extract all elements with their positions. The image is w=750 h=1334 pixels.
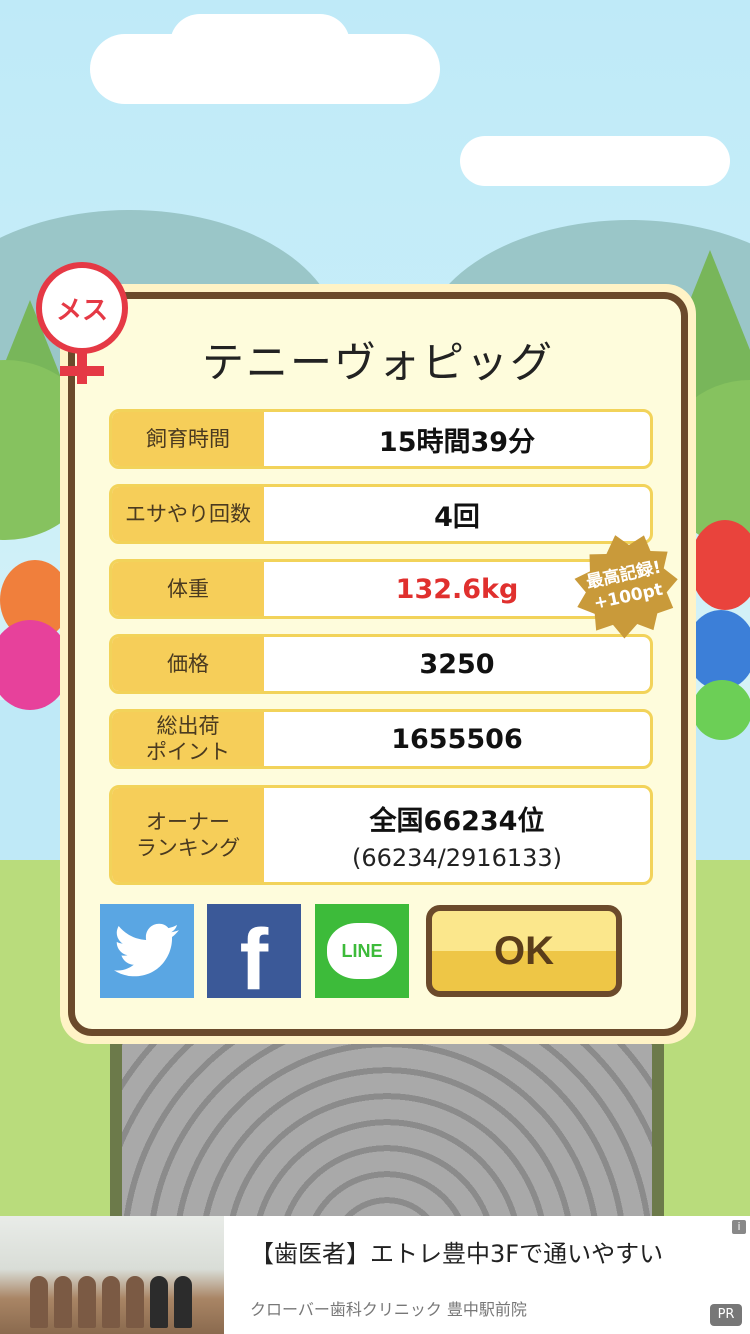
stat-label-text: 体重: [167, 577, 209, 601]
stat-value: 15時間39分: [264, 412, 650, 466]
line-icon: LINE: [327, 923, 397, 979]
ad-image-person: [54, 1276, 72, 1328]
ad-image[interactable]: [0, 1216, 224, 1334]
stat-label-text: エサやり回数: [125, 502, 251, 526]
stat-label: 価格: [112, 637, 264, 691]
stat-value: 4回: [264, 487, 650, 541]
stat-value-text: 132.6kg: [395, 573, 519, 605]
cloud: [170, 14, 350, 74]
female-symbol-bar: [60, 366, 104, 376]
facebook-share-button[interactable]: f: [207, 904, 301, 1008]
stat-value: 3250: [264, 637, 650, 691]
twitter-share-button[interactable]: [100, 904, 194, 998]
ad-image-person: [150, 1276, 168, 1328]
cloud: [460, 136, 730, 186]
stat-row-weight: 体重 132.6kg: [109, 559, 653, 619]
stat-row-total-points: 総出荷 ポイント 1655506: [109, 709, 653, 769]
badge-label: メス: [55, 295, 108, 326]
stat-row-feed-count: エサやり回数 4回: [109, 484, 653, 544]
ranking-detail: (66234/2916133): [351, 843, 563, 872]
ad-subtitle[interactable]: クローバー歯科クリニック 豊中駅前院: [250, 1296, 527, 1320]
stat-label: オーナー ランキング: [112, 788, 264, 882]
stat-label-text: 飼育時間: [146, 427, 230, 451]
ok-button-label: OK: [494, 928, 554, 973]
stat-label-text: 価格: [167, 652, 209, 676]
ad-info-icon[interactable]: i: [732, 1220, 746, 1234]
ad-pr-badge: PR: [710, 1304, 742, 1326]
ad-banner[interactable]: 【歯医者】エトレ豊中3Fで通いやすい クローバー歯科クリニック 豊中駅前院 i …: [0, 1216, 750, 1334]
stat-label: 総出荷 ポイント: [112, 712, 264, 766]
stat-label-line2: ポイント: [146, 740, 230, 764]
ad-image-person: [30, 1276, 48, 1328]
stat-value-text: 4回: [434, 501, 480, 533]
stat-label: 体重: [112, 562, 264, 616]
line-icon-label: LINE: [341, 940, 383, 961]
stat-label: エサやり回数: [112, 487, 264, 541]
stat-value-text: 15時間39分: [378, 426, 536, 458]
ad-image-person: [78, 1276, 96, 1328]
stat-label-line2: ランキング: [135, 836, 241, 860]
stat-value: 全国66234位 (66234/2916133): [264, 788, 650, 882]
ad-image-person: [102, 1276, 120, 1328]
female-badge: メス: [36, 262, 128, 354]
stat-value-text: 1655506: [391, 723, 523, 755]
stat-row-price: 価格 3250: [109, 634, 653, 694]
pig-name: テニーヴォピッグ: [201, 338, 554, 387]
stat-label-line1: オーナー: [146, 810, 230, 834]
stat-value-text: 3250: [419, 648, 495, 680]
facebook-icon: f: [239, 911, 269, 1008]
line-share-button[interactable]: LINE: [315, 904, 409, 998]
stat-row-time: 飼育時間 15時間39分: [109, 409, 653, 469]
twitter-bird-icon: [114, 923, 179, 977]
ad-image-person: [126, 1276, 144, 1328]
stat-row-ranking: オーナー ランキング 全国66234位 (66234/2916133): [109, 785, 653, 885]
stat-label-line1: 総出荷: [156, 714, 220, 738]
ad-title[interactable]: 【歯医者】エトレ豊中3Fで通いやすい: [250, 1234, 663, 1269]
ok-button[interactable]: OK: [426, 905, 622, 997]
ad-image-person: [174, 1276, 192, 1328]
stat-label: 飼育時間: [112, 412, 264, 466]
cobblestone-road: [110, 1020, 664, 1216]
ranking-value: 全国66234位: [369, 805, 545, 837]
balloon: [692, 680, 750, 740]
stat-value: 1655506: [264, 712, 650, 766]
